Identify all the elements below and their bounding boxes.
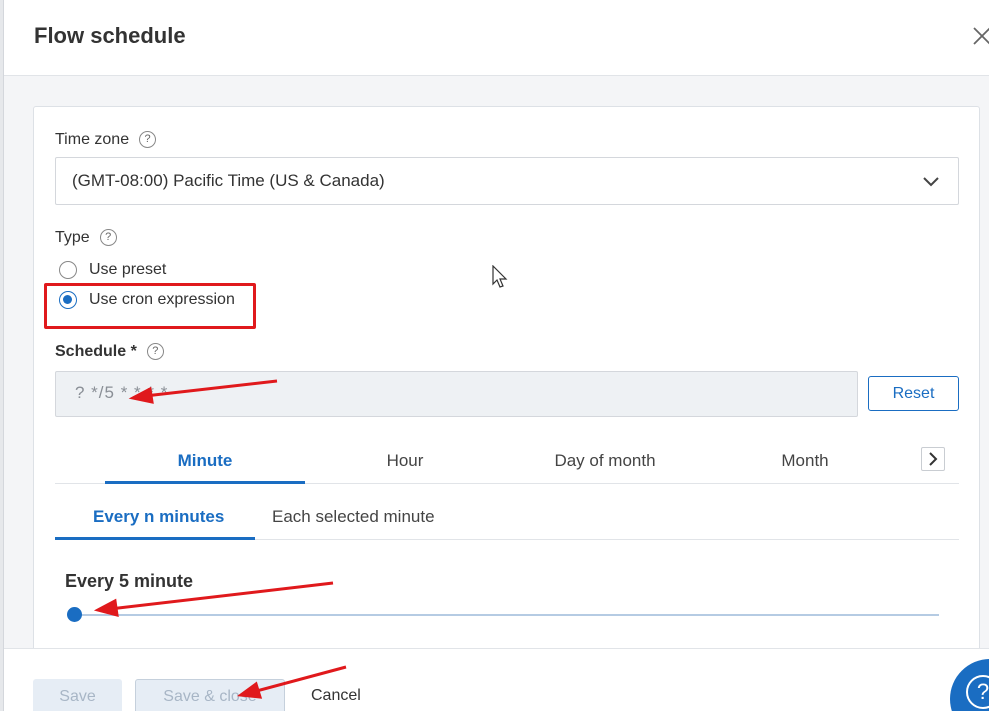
radio-use-preset[interactable]: Use preset: [59, 259, 166, 281]
reset-button[interactable]: Reset: [868, 376, 959, 411]
tab-day-of-month[interactable]: Day of month: [505, 451, 705, 471]
tabs-next-button[interactable]: [921, 447, 945, 471]
tab-month[interactable]: Month: [705, 451, 905, 471]
page: Flow schedule Time zone? (GMT-08:00) Pac…: [0, 0, 989, 711]
dialog-footer: Save Save & close Cancel ?: [4, 648, 989, 711]
subtab-every-n-minutes[interactable]: Every n minutes: [93, 507, 224, 527]
help-icon[interactable]: ?: [99, 229, 117, 247]
minute-subtabs: Every n minutes Each selected minute: [55, 498, 959, 540]
dialog-title: Flow schedule: [34, 23, 186, 48]
subtab-each-selected-minute[interactable]: Each selected minute: [272, 507, 435, 527]
timezone-value: (GMT-08:00) Pacific Time (US & Canada): [72, 171, 385, 190]
type-label: Type?: [55, 229, 117, 247]
interval-label: Every 5 minute: [65, 571, 194, 591]
minute-slider-track[interactable]: [74, 614, 939, 616]
schedule-card: Time zone? (GMT-08:00) Pacific Time (US …: [33, 106, 980, 666]
save-and-close-button[interactable]: Save & close: [135, 679, 285, 711]
radio-circle[interactable]: [59, 261, 77, 279]
tab-hour[interactable]: Hour: [305, 451, 505, 471]
help-icon[interactable]: ?: [139, 131, 157, 149]
annotation-highlight-box: [44, 283, 256, 329]
dialog-body: Time zone? (GMT-08:00) Pacific Time (US …: [4, 76, 989, 666]
help-fab-button[interactable]: ?: [950, 659, 989, 711]
radio-label: Use preset: [89, 261, 167, 278]
mouse-cursor-icon: [492, 265, 508, 288]
timezone-label-text: Time zone: [55, 131, 130, 148]
close-icon[interactable]: [970, 24, 989, 48]
timezone-select[interactable]: (GMT-08:00) Pacific Time (US & Canada): [55, 157, 959, 205]
dialog-header: Flow schedule: [4, 0, 989, 76]
schedule-label: Schedule *?: [55, 343, 164, 361]
minute-slider-thumb[interactable]: [67, 607, 82, 622]
flow-schedule-dialog: Flow schedule Time zone? (GMT-08:00) Pac…: [4, 0, 989, 711]
help-icon[interactable]: ?: [146, 343, 164, 361]
schedule-label-text: Schedule *: [55, 343, 137, 360]
cancel-button[interactable]: Cancel: [311, 687, 361, 705]
active-tab-indicator: [105, 481, 305, 484]
chevron-right-icon: [929, 452, 938, 466]
timezone-label: Time zone?: [55, 131, 157, 149]
save-button[interactable]: Save: [33, 679, 122, 711]
help-fab-icon: ?: [966, 675, 989, 709]
tab-minute[interactable]: Minute: [105, 451, 305, 471]
cron-expression-value: ? */5 * * * *: [75, 383, 169, 402]
schedule-tabs: Minute Hour Day of month Month: [55, 443, 959, 484]
chevron-down-icon: [923, 177, 939, 187]
type-label-text: Type: [55, 229, 90, 246]
cron-expression-input[interactable]: ? */5 * * * *: [55, 371, 858, 417]
active-subtab-indicator: [55, 537, 255, 540]
